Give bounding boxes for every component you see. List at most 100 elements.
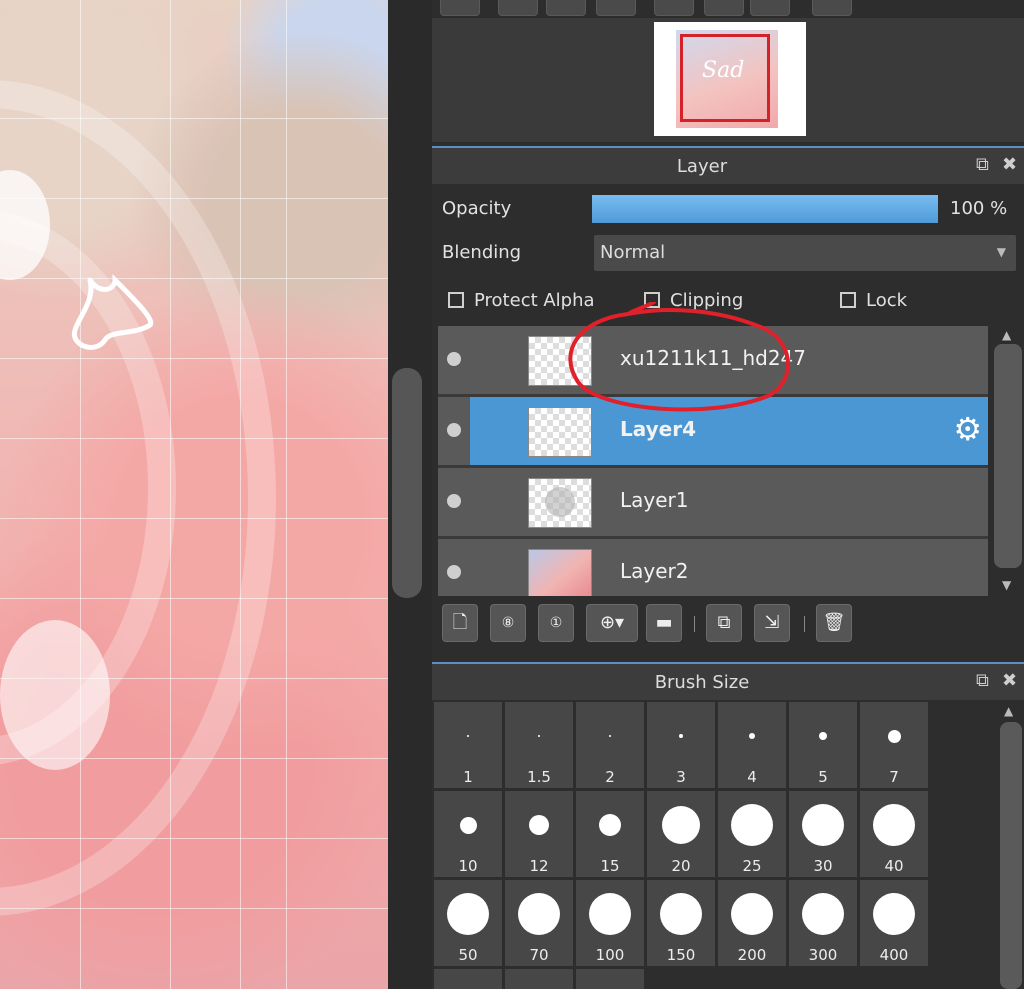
brush-size-label: 25 [742, 857, 762, 875]
brush-size-label: 50 [458, 946, 478, 964]
opacity-label: Opacity [442, 198, 512, 219]
brush-size-preview [609, 735, 611, 737]
new-1bit-layer-button[interactable]: ① [538, 604, 574, 642]
add-layer-menu-button[interactable]: ⊕▾ [586, 604, 638, 642]
layer-row-selected[interactable]: Layer4 ⚙ [438, 397, 988, 468]
grid-line [0, 518, 388, 519]
close-icon[interactable]: ✖ [1002, 154, 1017, 175]
layer-row-body[interactable]: xu1211k11_hd247 [470, 326, 988, 394]
layer-list-scrollbar[interactable]: ▲ ▼ [992, 326, 1024, 596]
blending-value: Normal [600, 242, 666, 263]
drawing-canvas[interactable] [0, 0, 388, 989]
layer-name: Layer2 [620, 559, 689, 583]
brush-size-cell[interactable] [505, 969, 573, 989]
brush-size-cell[interactable]: 25 [718, 791, 786, 877]
brush-size-cell[interactable]: 5 [789, 702, 857, 788]
brush-size-preview [887, 729, 901, 743]
rotate-right-button[interactable] [750, 0, 790, 16]
brush-size-cell[interactable]: 40 [860, 791, 928, 877]
brush-size-cell[interactable]: 1 [434, 702, 502, 788]
canvas-thumbnail: Sad [654, 22, 806, 136]
rotate-left-button[interactable] [654, 0, 694, 16]
duplicate-layer-button[interactable]: ⧉ [706, 604, 742, 642]
popout-icon[interactable]: ⧉ [976, 154, 989, 175]
visibility-toggle[interactable] [447, 494, 461, 508]
brush-size-cell[interactable]: 100 [576, 880, 644, 966]
layer-row[interactable]: Layer2 [438, 539, 988, 596]
checkbox-box[interactable] [840, 292, 856, 308]
brush-size-preview [660, 893, 702, 935]
popout-icon[interactable]: ⧉ [976, 670, 989, 691]
new-8bit-layer-button[interactable]: ⑧ [490, 604, 526, 642]
gear-icon[interactable]: ⚙ [953, 413, 982, 445]
brush-size-cell[interactable]: 20 [647, 791, 715, 877]
brush-size-cell[interactable]: 2 [576, 702, 644, 788]
checkbox-box[interactable] [644, 292, 660, 308]
brush-size-cell[interactable]: 200 [718, 880, 786, 966]
fit-button[interactable] [546, 0, 586, 16]
clipping-label: Clipping [670, 290, 744, 311]
layer-row-body[interactable]: Layer2 [470, 539, 988, 596]
visibility-toggle[interactable] [447, 565, 461, 579]
brush-size-cell[interactable]: 10 [434, 791, 502, 877]
scroll-thumb[interactable] [994, 344, 1022, 568]
visibility-toggle[interactable] [447, 423, 461, 437]
scroll-up-icon[interactable]: ▲ [1004, 704, 1013, 718]
new-folder-button[interactable]: ▬ [646, 604, 682, 642]
zoom-out-button[interactable] [498, 0, 538, 16]
brush-size-preview [731, 804, 773, 846]
scroll-down-icon[interactable]: ▼ [1002, 578, 1011, 592]
grid-line [170, 0, 171, 989]
grid-line [0, 908, 388, 909]
scroll-up-icon[interactable]: ▲ [1002, 328, 1011, 342]
brush-size-cell[interactable]: 1.5 [505, 702, 573, 788]
brush-size-label: 4 [747, 768, 757, 786]
brush-size-label: 150 [666, 946, 696, 964]
brush-size-cell[interactable] [434, 969, 502, 989]
navigator-preview[interactable]: Sad [432, 18, 1024, 142]
reset-view-button[interactable] [812, 0, 852, 16]
brush-size-cell[interactable]: 7 [860, 702, 928, 788]
layer-row-body[interactable]: Layer1 [470, 468, 988, 536]
grid-line [0, 278, 388, 279]
close-icon[interactable]: ✖ [1002, 670, 1017, 691]
layer-row-body[interactable]: Layer4 ⚙ [470, 397, 988, 465]
actual-size-button[interactable] [596, 0, 636, 16]
zoom-in-button[interactable] [440, 0, 480, 16]
brush-size-grid: 1 1.5 2 3 4 5 7 10 12 15 20 25 30 40 50 70 100 150 200 300 4… [434, 702, 994, 989]
brush-grid-scrollbar[interactable]: ▲ [996, 702, 1024, 989]
trash-icon: 🗑 [822, 612, 846, 633]
brush-size-cell[interactable]: 400 [860, 880, 928, 966]
brush-size-cell[interactable] [576, 969, 644, 989]
delete-layer-button[interactable]: 🗑 [816, 604, 852, 642]
brush-size-label: 1 [463, 768, 473, 786]
layer-panel-header: Layer ⧉ ✖ [432, 146, 1024, 184]
brush-size-cell[interactable]: 50 [434, 880, 502, 966]
scroll-thumb[interactable] [1000, 722, 1022, 989]
brush-size-preview [819, 732, 827, 740]
brush-size-cell[interactable]: 300 [789, 880, 857, 966]
merge-down-button[interactable]: ⇲ [754, 604, 790, 642]
layer-row[interactable]: xu1211k11_hd247 [438, 326, 988, 397]
folder-icon: ▬ [655, 612, 673, 633]
1bit-layer-icon: ① [549, 615, 563, 631]
flip-button[interactable] [704, 0, 744, 16]
brush-size-cell[interactable]: 4 [718, 702, 786, 788]
brush-size-cell[interactable]: 12 [505, 791, 573, 877]
brush-size-preview [662, 806, 700, 844]
checkbox-box[interactable] [448, 292, 464, 308]
new-layer-button[interactable]: 🗋 [442, 604, 478, 642]
canvas-scroll-thumb[interactable] [392, 368, 422, 598]
brush-size-label: 100 [595, 946, 625, 964]
brush-size-cell[interactable]: 15 [576, 791, 644, 877]
blending-select[interactable]: Normal ▼ [594, 235, 1016, 271]
grid-line [286, 0, 287, 989]
brush-size-label: 20 [671, 857, 691, 875]
brush-size-cell[interactable]: 3 [647, 702, 715, 788]
visibility-toggle[interactable] [447, 352, 461, 366]
brush-size-cell[interactable]: 70 [505, 880, 573, 966]
brush-size-cell[interactable]: 150 [647, 880, 715, 966]
layer-row[interactable]: Layer1 [438, 468, 988, 539]
opacity-slider[interactable] [592, 195, 938, 223]
brush-size-cell[interactable]: 30 [789, 791, 857, 877]
